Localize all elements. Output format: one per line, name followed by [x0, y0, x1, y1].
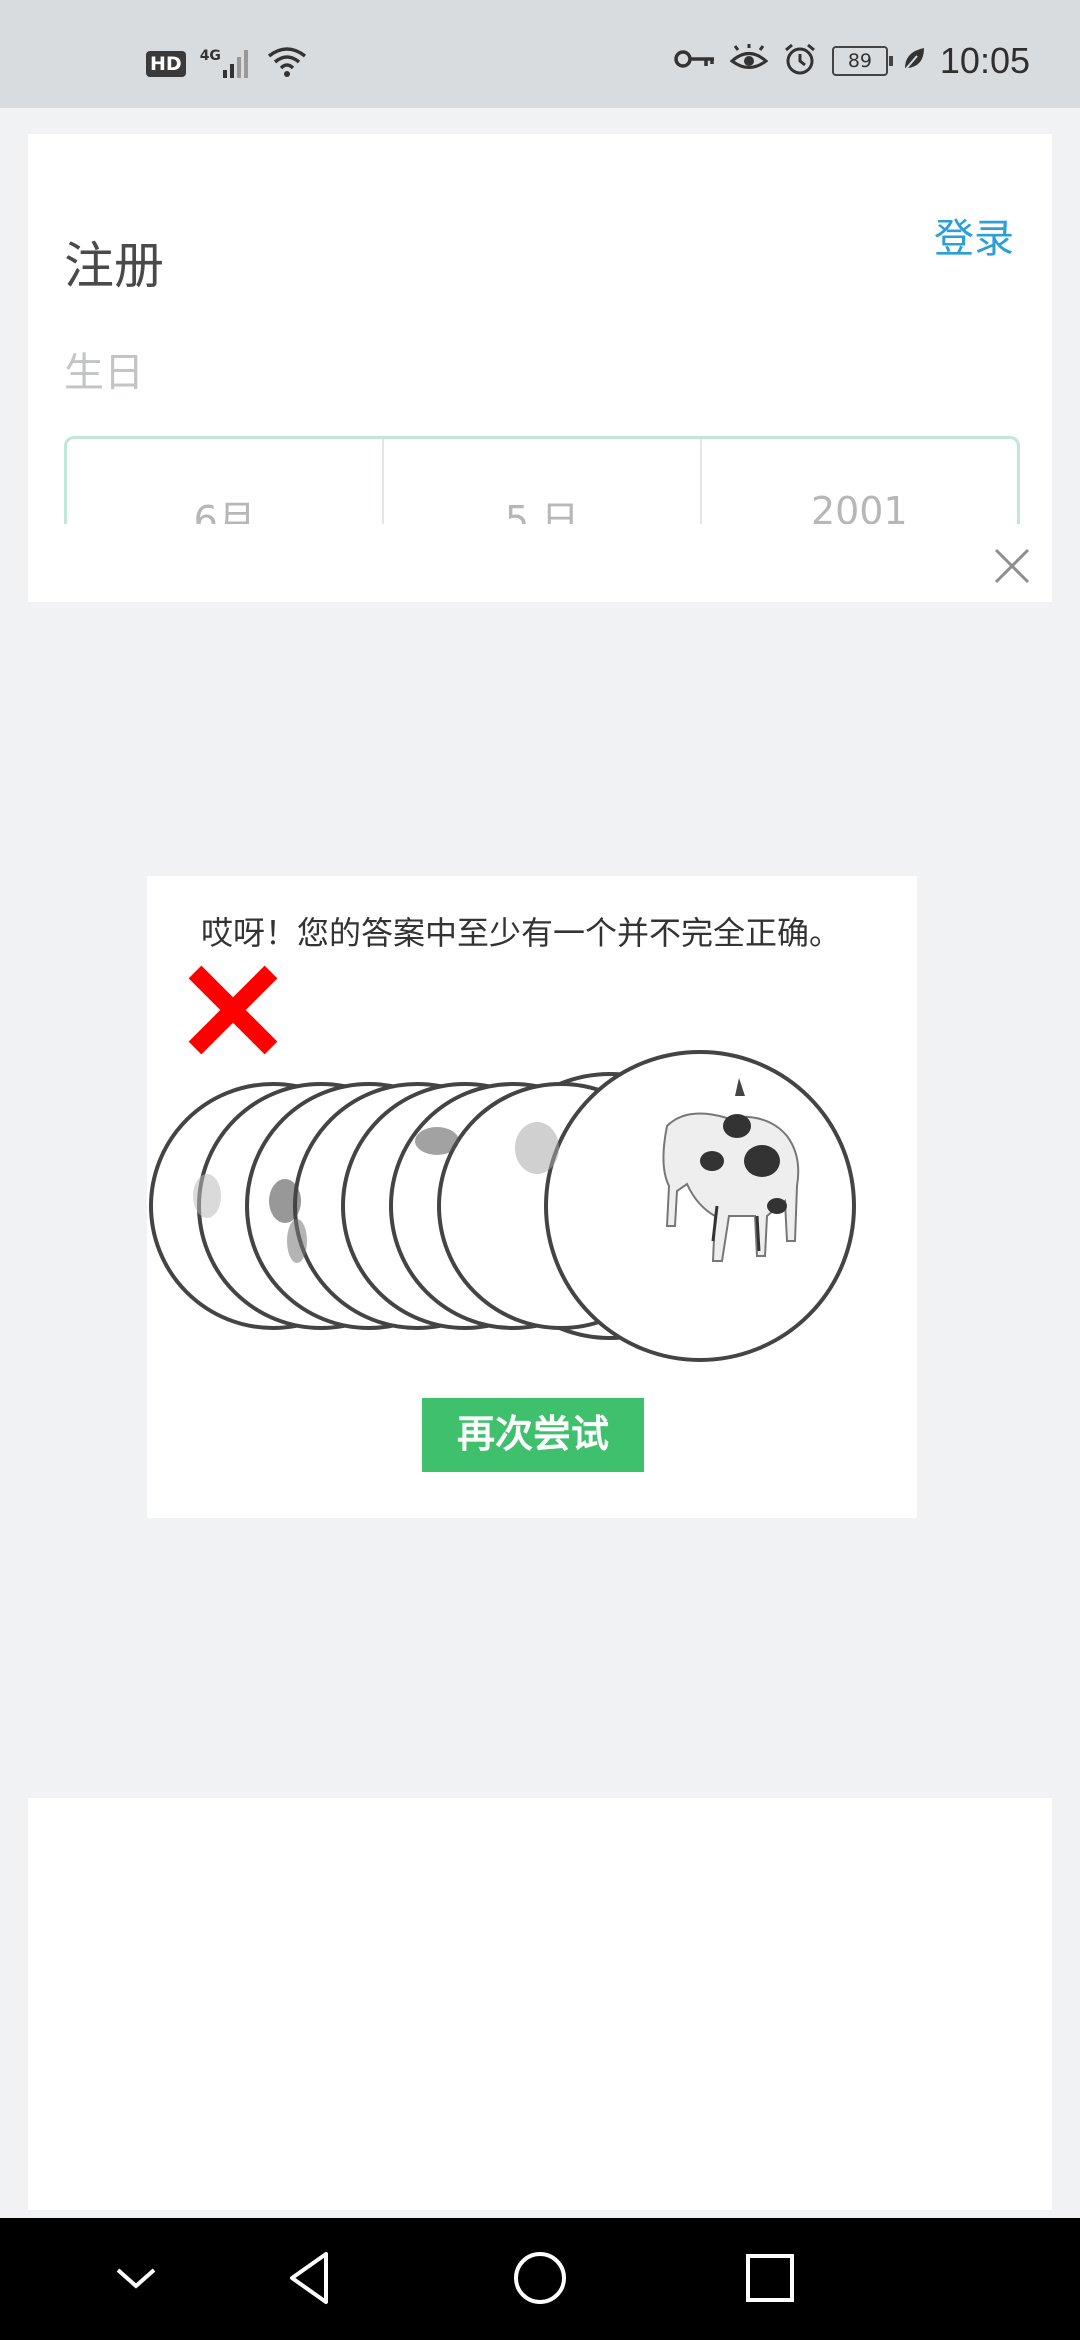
- hd-icon: HD: [146, 51, 186, 77]
- eye-icon: [729, 44, 769, 78]
- signal-icon: 4G: [200, 48, 253, 80]
- birthday-picker[interactable]: 6月 5 日 2001: [64, 436, 1020, 529]
- battery-icon: 89: [831, 46, 893, 76]
- picker-month[interactable]: 6月: [67, 439, 385, 529]
- picker-month-value: 6月: [193, 498, 256, 529]
- wifi-icon: [267, 46, 307, 82]
- leaf-icon: [902, 46, 926, 76]
- clock: 10:05: [939, 40, 1030, 81]
- picker-year-value: 2001: [810, 489, 908, 529]
- status-right: 89 10:05: [674, 40, 1030, 82]
- captcha-modal-header: [28, 524, 1052, 602]
- back-icon: [290, 2252, 328, 2304]
- navigation-bar: [0, 2218, 1080, 2340]
- recents-button[interactable]: [738, 2246, 802, 2310]
- status-bar: HD 4G 89 10:05: [0, 0, 1080, 108]
- key-icon: [674, 47, 716, 75]
- home-icon: [514, 2252, 566, 2304]
- collapse-icon: [116, 2268, 156, 2289]
- captcha-error-message: 哎呀！您的答案中至少有一个并不完全正确。: [201, 914, 842, 952]
- captcha-image-option-selected: [544, 1050, 856, 1362]
- captcha-image-carousel[interactable]: [147, 1036, 917, 1376]
- status-left: HD 4G: [146, 46, 307, 82]
- picker-day-value: 5 日: [504, 498, 580, 529]
- captcha-panel: 哎呀！您的答案中至少有一个并不完全正确。 再次尝试: [147, 876, 917, 1518]
- home-button[interactable]: [508, 2246, 572, 2310]
- picker-day[interactable]: 5 日: [384, 439, 702, 529]
- birthday-label: 生日: [64, 350, 144, 396]
- picker-year[interactable]: 2001: [702, 439, 1017, 529]
- alarm-icon: [782, 42, 818, 80]
- page-title: 注册: [64, 237, 164, 295]
- captcha-modal-footer: [28, 1798, 1052, 2210]
- back-button[interactable]: [278, 2246, 342, 2310]
- close-button[interactable]: [992, 546, 1032, 586]
- recents-icon: [746, 2254, 794, 2302]
- login-link[interactable]: 登录: [934, 206, 1014, 264]
- collapse-button[interactable]: [104, 2246, 168, 2310]
- close-icon: [994, 548, 1030, 584]
- retry-button[interactable]: 再次尝试: [422, 1398, 644, 1472]
- signal-label: 4G: [199, 48, 221, 64]
